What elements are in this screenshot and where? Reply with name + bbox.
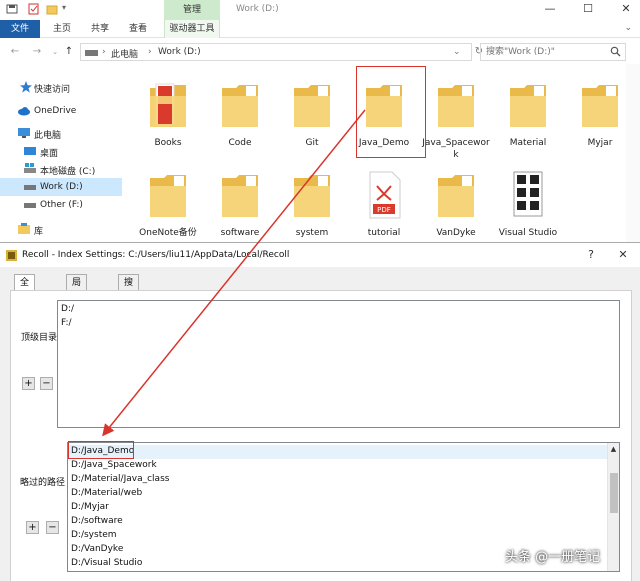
watermark: 头条 @一册笔记 <box>505 550 601 565</box>
annotation-arrow <box>102 109 366 437</box>
arrow-line <box>102 109 366 437</box>
